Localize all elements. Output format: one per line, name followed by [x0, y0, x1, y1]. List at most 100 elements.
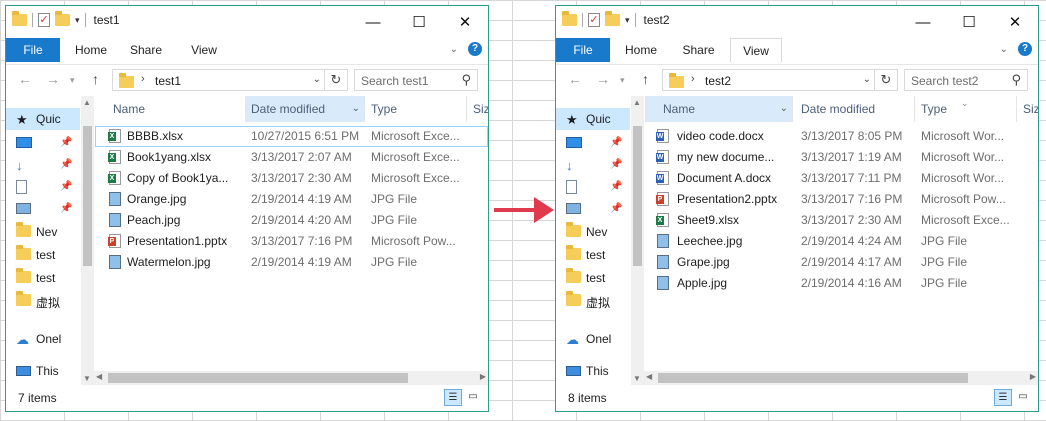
breadcrumb-chevron-icon[interactable]: ›: [691, 73, 695, 85]
new-folder-icon[interactable]: [605, 11, 620, 26]
nav-item-folder[interactable]: test: [556, 267, 630, 289]
maximize-button[interactable]: ☐: [946, 6, 992, 38]
horizontal-scrollbar[interactable]: ◀ ▶: [644, 371, 1038, 385]
large-icons-view-icon[interactable]: ▭: [464, 389, 482, 406]
filter-dropdown-icon[interactable]: ⌄: [780, 96, 788, 122]
nav-item-desktop[interactable]: 📌: [6, 132, 80, 154]
details-view-icon[interactable]: ☰: [994, 389, 1012, 406]
properties-icon[interactable]: ✓: [38, 13, 50, 27]
expand-ribbon-chevron-icon[interactable]: ⌄: [450, 44, 458, 55]
scroll-up-icon[interactable]: ▲: [633, 98, 641, 107]
nav-item-folder[interactable]: test: [556, 244, 630, 266]
scrollbar-thumb[interactable]: [633, 126, 642, 266]
breadcrumb-folder[interactable]: test2: [705, 74, 731, 88]
nav-item-this-pc[interactable]: This: [6, 360, 80, 382]
file-row[interactable]: Apple.jpg 2/19/2014 4:16 AM JPG File: [645, 273, 1038, 294]
column-header-type[interactable]: Type: [365, 96, 467, 122]
recent-locations-dropdown-icon[interactable]: ▾: [70, 75, 75, 86]
help-icon[interactable]: ?: [468, 42, 482, 56]
refresh-icon[interactable]: ↻: [324, 70, 347, 90]
nav-item-downloads[interactable]: ↓ 📌: [556, 154, 630, 176]
column-header-size[interactable]: Size: [1017, 96, 1038, 122]
tab-view[interactable]: View: [178, 38, 230, 62]
nav-item-folder[interactable]: test: [6, 244, 80, 266]
scrollbar-thumb[interactable]: [83, 126, 92, 266]
recent-locations-dropdown-icon[interactable]: ▾: [620, 75, 625, 86]
expand-ribbon-chevron-icon[interactable]: ⌄: [1000, 44, 1008, 55]
minimize-button[interactable]: —: [900, 6, 946, 38]
file-row[interactable]: X Copy of Book1ya... 3/13/2017 2:30 AM Micr…: [95, 168, 488, 189]
nav-item-downloads[interactable]: ↓ 📌: [6, 154, 80, 176]
file-row[interactable]: Orange.jpg 2/19/2014 4:19 AM JPG File: [95, 189, 488, 210]
nav-item-folder[interactable]: Nev: [6, 221, 80, 243]
file-row[interactable]: X Book1yang.xlsx 3/13/2017 2:07 AM Microsof…: [95, 147, 488, 168]
scroll-right-icon[interactable]: ▶: [1030, 372, 1036, 381]
file-row[interactable]: P Presentation2.pptx 3/13/2017 7:16 PM Micr…: [645, 189, 1038, 210]
back-arrow-icon[interactable]: ←: [18, 71, 32, 87]
tab-file[interactable]: File: [556, 38, 610, 62]
file-row[interactable]: Leechee.jpg 2/19/2014 4:24 AM JPG File: [645, 231, 1038, 252]
properties-icon[interactable]: ✓: [588, 13, 600, 27]
column-header-date-modified[interactable]: Date modified: [795, 96, 915, 122]
scrollbar-thumb[interactable]: [108, 373, 408, 383]
tab-view[interactable]: View: [730, 38, 782, 62]
column-header-name[interactable]: Name ⌄: [645, 96, 793, 122]
filter-dropdown-icon[interactable]: ⌄: [352, 96, 360, 122]
nav-item-folder[interactable]: 虚拟: [6, 290, 80, 312]
nav-item-pictures[interactable]: 📌: [556, 198, 630, 220]
tab-home[interactable]: Home: [616, 38, 666, 62]
tab-share[interactable]: Share: [121, 38, 171, 62]
nav-item-documents[interactable]: 📌: [556, 176, 630, 198]
nav-item-quick-access[interactable]: ★ Quic: [6, 108, 80, 130]
file-row[interactable]: Wmy new docume... 3/13/2017 1:19 AM Micros…: [645, 147, 1038, 168]
forward-arrow-icon[interactable]: →: [596, 71, 610, 87]
search-input[interactable]: Search test2: [911, 74, 978, 88]
nav-pane-scrollbar[interactable]: ▲ ▼: [81, 96, 94, 385]
column-header-size[interactable]: Size: [467, 96, 488, 122]
scroll-down-icon[interactable]: ▼: [83, 374, 91, 383]
nav-item-this-pc[interactable]: This: [556, 360, 630, 382]
tab-home[interactable]: Home: [66, 38, 116, 62]
search-box[interactable]: Search test2 ⚲: [904, 69, 1028, 91]
search-input[interactable]: Search test1: [361, 74, 428, 88]
nav-item-folder[interactable]: Nev: [556, 221, 630, 243]
details-view-icon[interactable]: ☰: [444, 389, 462, 406]
file-row[interactable]: X Sheet9.xlsx 3/13/2017 2:30 AM Microsoft E…: [645, 210, 1038, 231]
up-arrow-icon[interactable]: ↑: [642, 71, 649, 87]
file-row[interactable]: P Presentation1.pptx 3/13/2017 7:16 PM Micr…: [95, 231, 488, 252]
address-dropdown-icon[interactable]: ⌄: [313, 74, 321, 85]
breadcrumb-folder[interactable]: test1: [155, 74, 181, 88]
maximize-button[interactable]: ☐: [396, 6, 442, 38]
scroll-down-icon[interactable]: ▼: [633, 374, 641, 383]
horizontal-scrollbar[interactable]: ◀ ▶: [94, 371, 488, 385]
address-bar[interactable]: › test1 ⌄ ↻: [112, 69, 348, 91]
nav-item-desktop[interactable]: 📌: [556, 132, 630, 154]
file-row[interactable]: X BBBB.xlsx 10/27/2015 6:51 PM Microsoft Ex…: [95, 126, 488, 147]
close-button[interactable]: ✕: [442, 6, 488, 38]
nav-item-quick-access[interactable]: ★ Quic: [556, 108, 630, 130]
minimize-button[interactable]: —: [350, 6, 396, 38]
scrollbar-thumb[interactable]: [658, 373, 968, 383]
forward-arrow-icon[interactable]: →: [46, 71, 60, 87]
file-row[interactable]: Watermelon.jpg 2/19/2014 4:19 AM JPG File: [95, 252, 488, 273]
scroll-left-icon[interactable]: ◀: [646, 372, 652, 381]
tab-file[interactable]: File: [6, 38, 60, 62]
file-row[interactable]: Grape.jpg 2/19/2014 4:17 AM JPG File: [645, 252, 1038, 273]
nav-item-documents[interactable]: 📌: [6, 176, 80, 198]
back-arrow-icon[interactable]: ←: [568, 71, 582, 87]
customize-toolbar-dropdown-icon[interactable]: ▾: [75, 15, 80, 26]
close-button[interactable]: ✕: [992, 6, 1038, 38]
nav-item-pictures[interactable]: 📌: [6, 198, 80, 220]
tab-share[interactable]: Share: [671, 38, 726, 62]
nav-item-onedrive[interactable]: ☁ Onel: [6, 328, 80, 350]
address-bar[interactable]: › test2 ⌄ ↻: [662, 69, 898, 91]
search-box[interactable]: Search test1 ⚲: [354, 69, 478, 91]
nav-item-folder[interactable]: test: [6, 267, 80, 289]
breadcrumb-chevron-icon[interactable]: ›: [141, 73, 145, 85]
customize-toolbar-dropdown-icon[interactable]: ▾: [625, 15, 630, 26]
scroll-right-icon[interactable]: ▶: [480, 372, 486, 381]
file-row[interactable]: Wvideo code.docx 3/13/2017 8:05 PM Microso…: [645, 126, 1038, 147]
scroll-up-icon[interactable]: ▲: [83, 98, 91, 107]
scroll-left-icon[interactable]: ◀: [96, 372, 102, 381]
nav-item-folder[interactable]: 虚拟: [556, 290, 630, 312]
